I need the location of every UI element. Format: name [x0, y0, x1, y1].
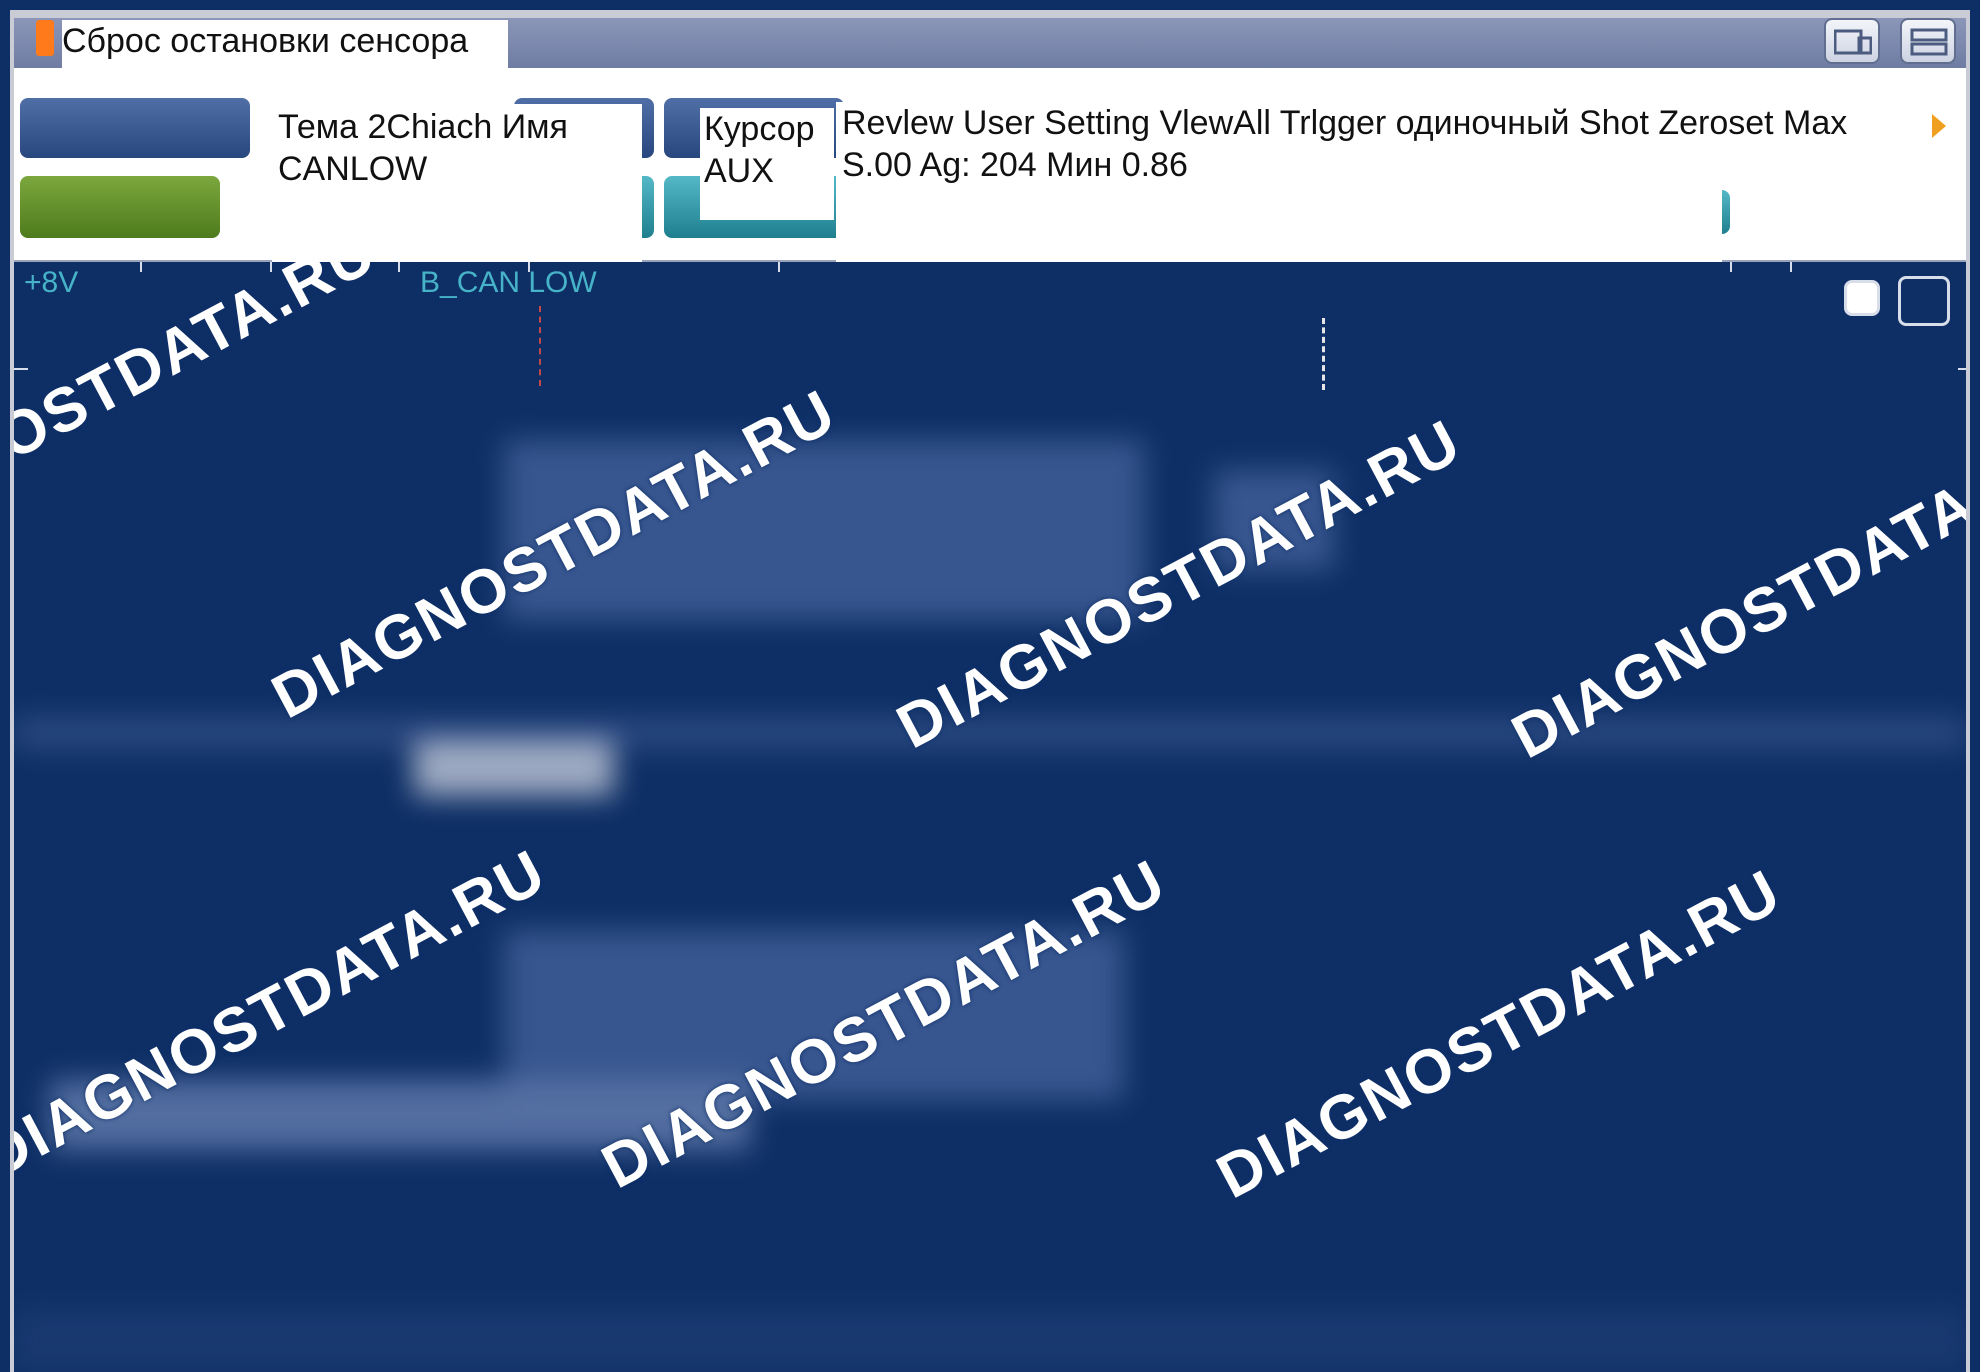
left-marker: [14, 368, 28, 370]
tool-tile-1[interactable]: [20, 98, 250, 158]
blurred-block: [14, 1310, 1966, 1372]
zoom-out-button[interactable]: [1844, 280, 1880, 316]
layout-toggle-button[interactable]: [1824, 18, 1880, 64]
right-marker: [1958, 368, 1966, 370]
voltage-scale-label: +8V: [24, 266, 79, 299]
view-line-1: Revlew User Setting VlewAll Trlgger один…: [842, 104, 1848, 142]
menu-button[interactable]: [1900, 18, 1956, 64]
cursor-line-2: AUX: [704, 152, 774, 190]
cursor-popup: Курсор AUX: [700, 108, 834, 220]
cursor-line-1: Курсор: [704, 110, 815, 148]
scale-tick: [1790, 262, 1792, 272]
scale-tick: [1730, 262, 1732, 272]
tool-tile-2[interactable]: [20, 176, 220, 238]
scale-tick: [398, 262, 400, 272]
red-cursor-line[interactable]: [539, 306, 541, 386]
channel-label: B_CAN LOW: [420, 266, 597, 299]
layout-icon: [1834, 29, 1872, 55]
menu-icon: [1910, 28, 1948, 56]
theme-line-2: CANLOW: [278, 150, 428, 188]
scroll-right-arrow-icon[interactable]: [1932, 114, 1946, 138]
zoom-in-button[interactable]: [1898, 276, 1950, 326]
blurred-block: [414, 740, 614, 796]
oscilloscope-display: +8V B_CAN LOW DIAGNOSTDATA.RU DIAGNOSTDA…: [14, 262, 1966, 1372]
blurred-waveform-area: [14, 410, 1966, 1372]
scale-tick: [140, 262, 142, 272]
view-line-2: S.00 Ag: 204 Мин 0.86: [842, 146, 1188, 184]
white-cursor-line[interactable]: [1322, 318, 1325, 390]
theme-line-1: Тема 2Chiach Имя: [278, 108, 568, 146]
app-indicator-icon: [36, 20, 54, 56]
theme-popup: Тема 2Chiach Имя CANLOW: [272, 104, 642, 270]
scale-tick: [778, 262, 780, 272]
